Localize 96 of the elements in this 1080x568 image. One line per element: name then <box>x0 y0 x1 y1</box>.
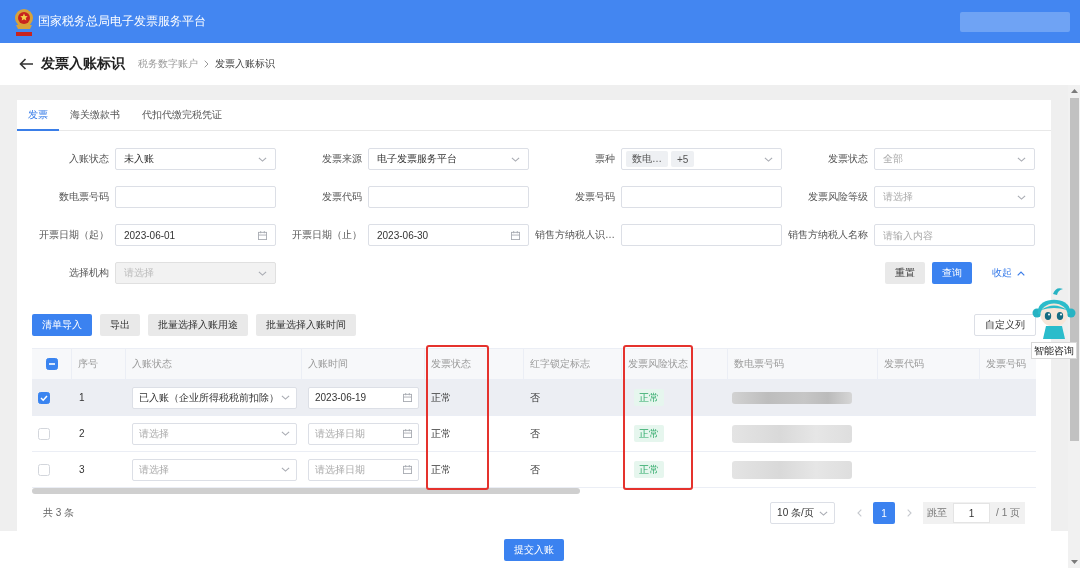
chevron-down-icon <box>258 270 267 276</box>
chevron-down-icon <box>1017 156 1026 162</box>
column-header: 数电票号码 <box>728 349 878 379</box>
button[interactable]: 导出 <box>100 314 140 336</box>
column-header: 发票号码 <box>985 357 1027 371</box>
column-header: 入账时间 <box>302 349 425 379</box>
column-header: 入账状态 <box>126 349 302 379</box>
date-picker-field[interactable]: 2023-06-30 <box>368 224 529 246</box>
total-count: 共 3 条 <box>42 506 75 520</box>
filter-label: 发票来源 <box>322 152 362 166</box>
chevron-down-icon <box>281 467 290 472</box>
text-input-field[interactable] <box>368 186 529 208</box>
row-number: 2 <box>79 428 85 439</box>
calendar-icon <box>403 393 412 402</box>
page-count: / 1 页 <box>996 506 1020 520</box>
table-cell: 正常 <box>431 426 451 441</box>
cartoon-robot-icon[interactable] <box>1032 285 1076 339</box>
filter-label: 发票风险等级 <box>808 190 868 204</box>
collapse-link[interactable]: 收起 <box>988 262 1029 284</box>
button[interactable]: 自定义列 <box>974 314 1036 336</box>
button[interactable]: 批量选择入账时间 <box>256 314 356 336</box>
button[interactable]: 重置 <box>885 262 925 284</box>
column-header: 发票状态 <box>425 349 524 379</box>
select-field[interactable]: 未入账 <box>115 148 276 170</box>
chevron-down-icon <box>1017 194 1026 200</box>
table-cell: 否 <box>530 426 540 441</box>
calendar-icon <box>403 465 412 474</box>
chevron-down-icon <box>511 156 520 162</box>
calendar-icon <box>258 230 267 240</box>
entry-status-select[interactable]: 已入账（企业所得税税前扣除） <box>132 386 297 409</box>
button[interactable]: 查询 <box>932 262 972 284</box>
assistant-label[interactable]: 智能咨询 <box>1031 342 1077 359</box>
site-title: 国家税务总局电子发票服务平台 <box>38 13 206 30</box>
column-header: 发票代码 <box>878 349 980 379</box>
chevron-down-icon <box>258 156 267 162</box>
row-number: 1 <box>79 392 85 403</box>
filter-label: 开票日期（止） <box>292 228 362 242</box>
filter-label: 数电票号码 <box>59 190 109 204</box>
chevron-up-icon <box>1017 270 1025 276</box>
calendar-icon <box>511 230 520 240</box>
filter-tag: 数电… <box>626 151 668 167</box>
button[interactable]: 批量选择入账用途 <box>148 314 248 336</box>
tab[interactable]: 代扣代缴完税凭证 <box>131 100 233 131</box>
breadcrumb-current: 发票入账标识 <box>215 57 275 71</box>
select-all-checkbox[interactable] <box>46 358 58 370</box>
status-tag: 正常 <box>634 425 664 442</box>
table-cell: 否 <box>530 462 540 477</box>
text-input-field[interactable]: 请输入内容 <box>874 224 1035 246</box>
table-cell: 否 <box>530 390 540 405</box>
filter-label: 销售方纳税人识… <box>535 228 615 242</box>
chevron-right-icon <box>204 60 209 68</box>
calendar-icon <box>403 429 412 438</box>
chevron-down-icon <box>764 156 773 162</box>
filter-label: 选择机构 <box>69 266 109 280</box>
filter-label: 发票状态 <box>828 152 868 166</box>
button[interactable]: 清单导入 <box>32 314 92 336</box>
row-number: 3 <box>79 464 85 475</box>
chevron-down-icon <box>281 395 290 400</box>
jump-label: 跳至 <box>927 506 948 520</box>
filter-label: 票种 <box>595 152 615 166</box>
horizontal-scrollbar[interactable] <box>32 488 580 494</box>
tab[interactable]: 海关缴款书 <box>59 100 131 131</box>
multi-select-field[interactable]: 数电… +5 <box>621 148 782 170</box>
submit-button[interactable]: 提交入账 <box>504 538 564 561</box>
emblem-icon <box>14 7 34 36</box>
page-size-select[interactable]: 10 条/页 <box>770 502 836 524</box>
table-row[interactable]: 1 已入账（企业所得税税前扣除） 2023-06-19 正常 否 正常 <box>32 380 1036 416</box>
text-input-field[interactable] <box>115 186 276 208</box>
back-arrow-icon[interactable] <box>19 58 33 70</box>
filter-label: 开票日期（起） <box>39 228 109 242</box>
column-header: 红字锁定标志 <box>524 349 622 379</box>
page-title: 发票入账标识 <box>41 55 125 73</box>
filter-tag: +5 <box>671 151 695 167</box>
chevron-down-icon <box>281 431 290 436</box>
row-checkbox[interactable] <box>38 391 50 404</box>
filter-label: 销售方纳税人名称 <box>788 228 868 242</box>
page-number-input[interactable]: 1 <box>953 503 991 523</box>
text-input-field[interactable] <box>621 224 782 246</box>
table-cell: 正常 <box>431 390 451 405</box>
entry-date-picker[interactable]: 2023-06-19 <box>308 386 419 409</box>
scroll-down-arrow-icon[interactable] <box>1070 560 1078 564</box>
scroll-up-arrow-icon[interactable] <box>1070 89 1078 93</box>
text-input-field[interactable] <box>621 186 782 208</box>
filter-label: 发票号码 <box>575 190 615 204</box>
select-field[interactable]: 电子发票服务平台 <box>368 148 529 170</box>
filter-label: 入账状态 <box>69 152 109 166</box>
status-tag: 正常 <box>634 461 664 478</box>
chevron-down-icon <box>819 510 829 516</box>
column-header: 发票风险状态 <box>622 349 728 379</box>
table-cell: 正常 <box>431 462 451 477</box>
date-picker-field[interactable]: 2023-06-01 <box>115 224 276 246</box>
tab[interactable]: 发票 <box>17 100 59 131</box>
filter-label: 发票代码 <box>322 190 362 204</box>
column-header: 序号 <box>72 349 126 379</box>
status-tag: 正常 <box>634 389 664 406</box>
page-button[interactable]: 1 <box>873 502 896 524</box>
